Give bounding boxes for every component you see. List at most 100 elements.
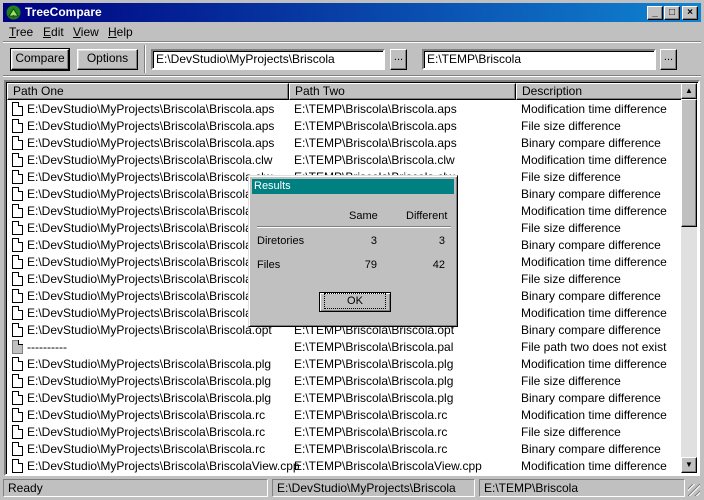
menu-help-accelerator: H [108, 25, 117, 39]
document-icon [12, 153, 23, 167]
cell-description: Binary compare difference [521, 136, 661, 150]
table-row[interactable]: E:\DevStudio\MyProjects\Briscola\Briscol… [7, 441, 685, 458]
dialog-row-different: 3 [438, 235, 445, 247]
menu-view[interactable]: View [73, 25, 99, 39]
dialog-col-same: Same [349, 210, 378, 222]
close-button[interactable]: × [682, 6, 698, 20]
cell-description: Modification time difference [521, 459, 667, 473]
path-two-input[interactable]: E:\TEMP\Briscola [422, 49, 656, 70]
document-icon [12, 170, 23, 184]
document-icon [12, 238, 23, 252]
cell-description: File path two does not exist [521, 340, 667, 354]
main-window: TreeCompare _ □ × Tree Edit View Help Co… [0, 0, 704, 500]
minimize-button[interactable]: _ [647, 6, 663, 20]
cell-path-one-text: E:\DevStudio\MyProjects\Briscola\Briscol… [27, 374, 272, 388]
cell-path-one: E:\DevStudio\MyProjects\Briscola\Briscol… [12, 441, 265, 458]
scroll-thumb[interactable] [681, 99, 697, 227]
vertical-scrollbar[interactable]: ▲ ▼ [681, 83, 697, 473]
cell-path-one: ---------- [12, 339, 67, 356]
toolbar-divider [144, 45, 146, 73]
cell-path-one-text: E:\DevStudio\MyProjects\Briscola\Briscol… [27, 442, 266, 456]
browse-path-two-button[interactable]: ... [660, 49, 677, 70]
column-header-description[interactable]: Description [516, 83, 684, 100]
cell-path-two: E:\TEMP\Briscola\Briscola.aps [294, 119, 457, 133]
dialog-row-label: Files [257, 259, 281, 271]
table-row[interactable]: E:\DevStudio\MyProjects\Briscola\Briscol… [7, 407, 685, 424]
cell-path-two: E:\TEMP\Briscola\Briscola.clw [294, 153, 455, 167]
table-row[interactable]: ---------- E:\TEMP\Briscola\Briscola.pal F… [7, 339, 685, 356]
cell-path-two: E:\TEMP\Briscola\Briscola.plg [294, 357, 454, 371]
cell-path-one-text: E:\DevStudio\MyProjects\Briscola\Briscol… [27, 119, 275, 133]
cell-path-one: E:\DevStudio\MyProjects\Briscola\Briscol… [12, 152, 272, 169]
browse-path-one-button[interactable]: ... [390, 49, 407, 70]
compare-button[interactable]: Compare [10, 48, 70, 71]
document-icon [12, 255, 23, 269]
ok-button[interactable]: OK [319, 292, 391, 312]
menu-separator [3, 41, 701, 43]
table-row[interactable]: E:\DevStudio\MyProjects\Briscola\Briscol… [7, 118, 685, 135]
table-row[interactable]: E:\DevStudio\MyProjects\Briscola\Briscol… [7, 101, 685, 118]
cell-path-one: E:\DevStudio\MyProjects\Briscola\Briscol… [12, 169, 272, 186]
cell-description: File size difference [521, 272, 621, 286]
table-row[interactable]: E:\DevStudio\MyProjects\Briscola\Briscol… [7, 458, 685, 474]
table-row[interactable]: E:\DevStudio\MyProjects\Briscola\Briscol… [7, 390, 685, 407]
cell-path-one: E:\DevStudio\MyProjects\Briscola\Briscol… [12, 135, 274, 152]
path-one-input[interactable]: E:\DevStudio\MyProjects\Briscola [151, 49, 385, 70]
cell-description: Modification time difference [521, 153, 667, 167]
menu-view-accelerator: V [73, 25, 81, 39]
column-header-path-one[interactable]: Path One [7, 83, 289, 100]
dialog-separator [257, 226, 451, 228]
table-row[interactable]: E:\DevStudio\MyProjects\Briscola\Briscol… [7, 424, 685, 441]
table-row[interactable]: E:\DevStudio\MyProjects\Briscola\Briscol… [7, 373, 685, 390]
cell-path-one: E:\DevStudio\MyProjects\Briscola\Briscol… [12, 203, 274, 220]
cell-path-one-text: E:\DevStudio\MyProjects\Briscola\Briscol… [27, 425, 266, 439]
maximize-button[interactable]: □ [664, 6, 680, 20]
resize-grip[interactable] [688, 484, 700, 496]
dialog-row-different: 42 [432, 259, 445, 271]
menu-tree[interactable]: Tree [9, 25, 33, 39]
window-title: TreeCompare [25, 5, 102, 19]
menu-help[interactable]: Help [108, 25, 133, 39]
cell-path-one-text: E:\DevStudio\MyProjects\Briscola\Briscol… [27, 238, 275, 252]
cell-path-one-text: E:\DevStudio\MyProjects\Briscola\Briscol… [27, 289, 275, 303]
cell-path-one: E:\DevStudio\MyProjects\Briscola\Briscol… [12, 254, 274, 271]
cell-description: Binary compare difference [521, 391, 661, 405]
column-header-path-two[interactable]: Path Two [289, 83, 516, 100]
scroll-up-arrow[interactable]: ▲ [681, 83, 697, 99]
cell-path-one-text: ---------- [27, 340, 67, 354]
menu-edit-label: dit [51, 25, 64, 39]
status-path-one: E:\DevStudio\MyProjects\Briscola [272, 479, 475, 497]
cell-path-one-text: E:\DevStudio\MyProjects\Briscola\Briscol… [27, 170, 273, 184]
cell-path-one-text: E:\DevStudio\MyProjects\Briscola\Briscol… [27, 391, 272, 405]
status-path-two: E:\TEMP\Briscola [479, 479, 685, 497]
menu-edit[interactable]: Edit [43, 25, 64, 39]
cell-path-one: E:\DevStudio\MyProjects\Briscola\Briscol… [12, 305, 272, 322]
table-row[interactable]: E:\DevStudio\MyProjects\Briscola\Briscol… [7, 356, 685, 373]
cell-path-one: E:\DevStudio\MyProjects\Briscola\Briscol… [12, 118, 274, 135]
dialog-row-same: 3 [370, 235, 377, 247]
document-icon [12, 459, 23, 473]
toolbar-separator [3, 75, 701, 77]
cell-description: File size difference [521, 221, 621, 235]
cell-description: Modification time difference [521, 357, 667, 371]
cell-description: File size difference [521, 170, 621, 184]
cell-description: Modification time difference [521, 102, 667, 116]
cell-path-one-text: E:\DevStudio\MyProjects\Briscola\Briscol… [27, 408, 266, 422]
title-bar[interactable]: TreeCompare _ □ × [3, 3, 701, 22]
table-row[interactable]: E:\DevStudio\MyProjects\Briscola\Briscol… [7, 135, 685, 152]
options-button[interactable]: Options [77, 49, 138, 70]
cell-path-two: E:\TEMP\Briscola\Briscola.rc [294, 442, 448, 456]
document-icon [12, 306, 23, 320]
cell-description: Binary compare difference [521, 323, 661, 337]
dialog-title[interactable]: Results [252, 179, 454, 194]
cell-path-two: E:\TEMP\Briscola\Briscola.aps [294, 102, 457, 116]
cell-path-one: E:\DevStudio\MyProjects\Briscola\Briscol… [12, 458, 300, 474]
cell-path-two: E:\TEMP\Briscola\Briscola.plg [294, 391, 454, 405]
scroll-down-arrow[interactable]: ▼ [681, 457, 697, 473]
table-row[interactable]: E:\DevStudio\MyProjects\Briscola\Briscol… [7, 152, 685, 169]
cell-path-one: E:\DevStudio\MyProjects\Briscola\Briscol… [12, 390, 271, 407]
cell-path-one-text: E:\DevStudio\MyProjects\Briscola\Briscol… [27, 102, 275, 116]
cell-path-one: E:\DevStudio\MyProjects\Briscola\Briscol… [12, 186, 272, 203]
dialog-col-different: Different [406, 210, 448, 222]
document-icon [12, 102, 23, 116]
